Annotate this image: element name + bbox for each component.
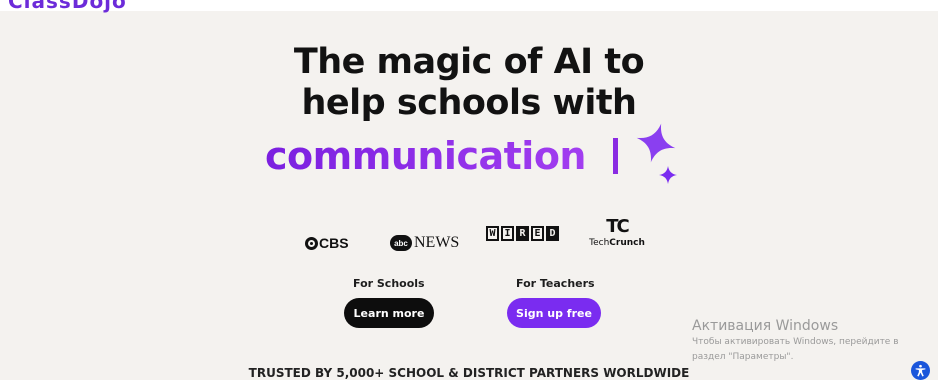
top-nav-bar: ClassDojo (0, 0, 938, 13)
windows-activation-line2: раздел "Параметры". (692, 352, 794, 362)
press-logo-wired: W I R E D (486, 226, 559, 260)
hero-headline-line2: help schools with (301, 83, 637, 123)
abc-badge: abc (390, 235, 412, 251)
techcrunch-word-bold: Crunch (609, 238, 645, 248)
techcrunch-mark: TC (606, 216, 630, 237)
for-teachers-label: For Teachers (516, 277, 595, 290)
sparkle-small-icon (659, 166, 677, 184)
sparkle-icon (636, 123, 676, 163)
site-logo[interactable]: ClassDojo (8, 0, 127, 13)
hero-rotating-word: communication (265, 134, 586, 178)
wired-letter: R (516, 226, 529, 241)
press-logo-cbs: CBS (305, 226, 349, 260)
wired-letter: D (546, 226, 559, 241)
typing-cursor (613, 138, 618, 174)
trusted-by-banner: TRUSTED BY 5,000+ SCHOOL & DISTRICT PART… (248, 366, 690, 380)
hero-headline-line1: The magic of AI to (293, 42, 645, 82)
learn-more-button[interactable]: Learn more (344, 298, 434, 328)
for-schools-label: For Schools (353, 277, 425, 290)
press-logo-abc-news: abc NEWS (390, 226, 459, 260)
techcrunch-wordmark: TechCrunch (582, 238, 652, 248)
accessibility-button[interactable] (911, 361, 930, 380)
accessibility-icon (915, 364, 926, 377)
hero-headline: The magic of AI to help schools with (0, 42, 938, 124)
wired-letter: I (501, 226, 514, 241)
windows-activation-watermark: Активация Windows Чтобы активировать Win… (692, 318, 899, 364)
cbs-eye-icon (305, 236, 318, 250)
wired-letter: W (486, 226, 499, 241)
techcrunch-word-light: Tech (589, 238, 610, 248)
windows-activation-title: Активация Windows (692, 318, 839, 334)
sign-up-free-button[interactable]: Sign up free (507, 298, 601, 328)
landing-page: ClassDojo The magic of AI to help school… (0, 0, 938, 380)
press-logo-cbs-text: CBS (319, 235, 349, 251)
windows-activation-line1: Чтобы активировать Windows, перейдите в (692, 337, 899, 347)
wired-letter: E (531, 226, 544, 241)
abc-news-text: NEWS (414, 234, 460, 251)
press-logo-techcrunch: TC TechCrunch (582, 218, 652, 252)
